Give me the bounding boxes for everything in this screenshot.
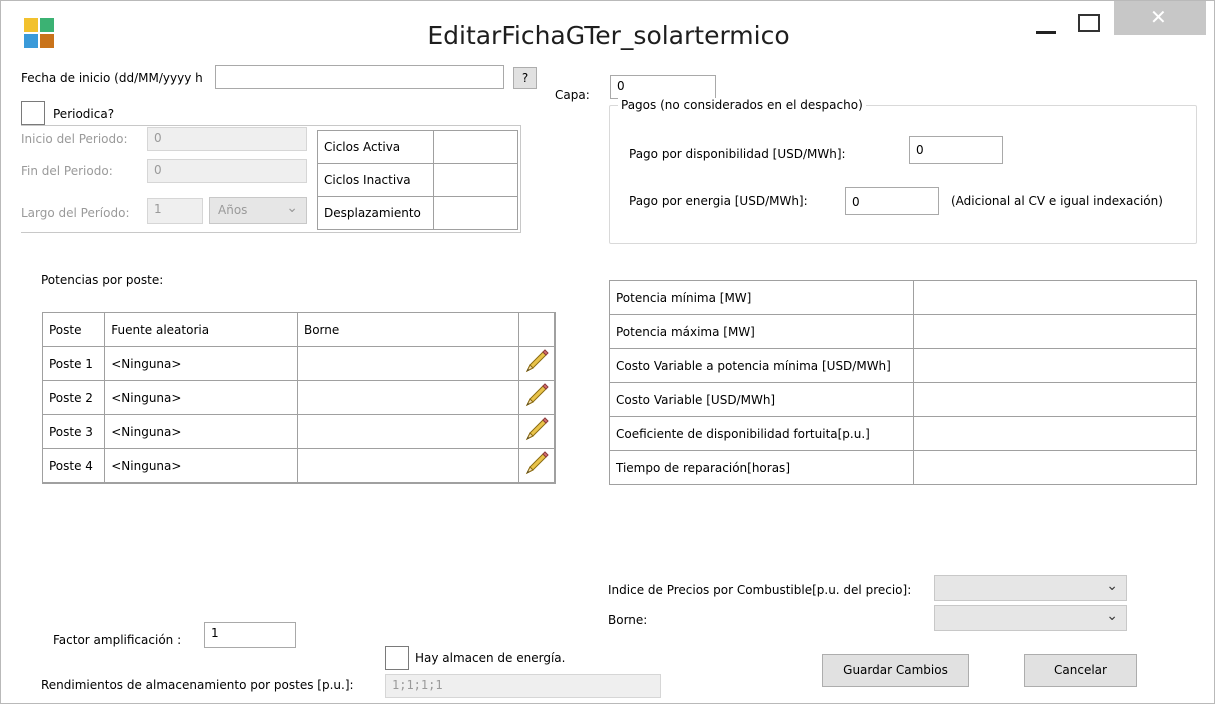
param-row: Coeficiente de disponibilidad fortuita[p… xyxy=(609,416,1197,451)
rendimientos-input[interactable]: 1;1;1;1 xyxy=(385,674,661,698)
pago-disponibilidad-label: Pago por disponibilidad [USD/MWh]: xyxy=(629,147,846,161)
factor-amplificacion-input[interactable]: 1 xyxy=(204,622,296,648)
minimize-button[interactable] xyxy=(1026,1,1066,49)
param-value-cell[interactable] xyxy=(913,280,1197,315)
param-label: Coeficiente de disponibilidad fortuita[p… xyxy=(609,416,914,451)
ciclos-value-cell[interactable] xyxy=(433,130,518,164)
param-label: Costo Variable a potencia mínima [USD/MW… xyxy=(609,348,914,383)
close-icon: ✕ xyxy=(1150,5,1167,29)
pago-energia-label: Pago por energia [USD/MWh]: xyxy=(629,194,808,208)
ciclos-value-cell[interactable] xyxy=(433,196,518,230)
param-label: Potencia máxima [MW] xyxy=(609,314,914,349)
param-row: Tiempo de reparación[horas] xyxy=(609,450,1197,485)
ciclos-row: Ciclos Activa xyxy=(317,130,518,164)
borne-label: Borne: xyxy=(608,613,648,627)
pagos-title: Pagos (no considerados en el despacho) xyxy=(618,98,866,112)
periodica-checkbox[interactable] xyxy=(21,101,45,125)
param-row: Costo Variable a potencia mínima [USD/MW… xyxy=(609,348,1197,383)
maximize-icon xyxy=(1078,14,1100,32)
potencias-table-frame xyxy=(42,312,556,484)
param-value-cell[interactable] xyxy=(913,348,1197,383)
ciclos-row: Desplazamiento xyxy=(317,196,518,230)
close-button[interactable]: ✕ xyxy=(1114,1,1206,35)
capa-input[interactable]: 0 xyxy=(610,75,716,99)
rendimientos-label: Rendimientos de almacenamiento por poste… xyxy=(41,678,354,692)
param-value-cell[interactable] xyxy=(913,416,1197,451)
fecha-inicio-input[interactable] xyxy=(215,65,504,89)
param-value-cell[interactable] xyxy=(913,450,1197,485)
ciclos-table: Ciclos Activa Ciclos Inactiva Desplazamien… xyxy=(317,130,518,230)
pago-energia-note: (Adicional al CV e igual indexación) xyxy=(951,194,1163,208)
cancel-button[interactable]: Cancelar xyxy=(1024,654,1137,687)
params-table: Potencia mínima [MW] Potencia máxima [MW]… xyxy=(609,280,1197,485)
param-label: Tiempo de reparación[horas] xyxy=(609,450,914,485)
param-label: Costo Variable [USD/MWh] xyxy=(609,382,914,417)
chevron-down-icon: ⌄ xyxy=(1106,608,1118,624)
chevron-down-icon: ⌄ xyxy=(1106,578,1118,594)
almacen-label: Hay almacen de energía. xyxy=(415,651,566,665)
param-row: Potencia máxima [MW] xyxy=(609,314,1197,349)
periodica-label: Periodica? xyxy=(53,107,115,121)
capa-label: Capa: xyxy=(555,88,590,102)
minimize-icon xyxy=(1036,31,1056,34)
pago-disponibilidad-input[interactable]: 0 xyxy=(909,136,1003,164)
ciclos-label: Ciclos Inactiva xyxy=(317,163,434,197)
save-button[interactable]: Guardar Cambios xyxy=(822,654,969,687)
param-row: Costo Variable [USD/MWh] xyxy=(609,382,1197,417)
ciclos-value-cell[interactable] xyxy=(433,163,518,197)
maximize-button[interactable] xyxy=(1066,1,1111,49)
ciclos-label: Desplazamiento xyxy=(317,196,434,230)
help-button[interactable]: ? xyxy=(513,67,537,89)
ciclos-label: Ciclos Activa xyxy=(317,130,434,164)
potencias-title: Potencias por poste: xyxy=(41,273,164,287)
param-value-cell[interactable] xyxy=(913,314,1197,349)
indice-select[interactable]: ⌄ xyxy=(934,575,1127,601)
borne-select[interactable]: ⌄ xyxy=(934,605,1127,631)
param-row: Potencia mínima [MW] xyxy=(609,280,1197,315)
fecha-inicio-label: Fecha de inicio (dd/MM/yyyy h xyxy=(21,71,203,85)
indice-label: Indice de Precios por Combustible[p.u. d… xyxy=(608,583,912,597)
window: EditarFichaGTer_solartermico ✕ Fecha de … xyxy=(0,0,1215,704)
param-value-cell[interactable] xyxy=(913,382,1197,417)
almacen-checkbox[interactable] xyxy=(385,646,409,670)
param-label: Potencia mínima [MW] xyxy=(609,280,914,315)
ciclos-row: Ciclos Inactiva xyxy=(317,163,518,197)
pago-energia-input[interactable]: 0 xyxy=(845,187,939,215)
pagos-groupbox xyxy=(609,105,1197,244)
factor-amplificacion-label: Factor amplificación : xyxy=(53,633,182,647)
